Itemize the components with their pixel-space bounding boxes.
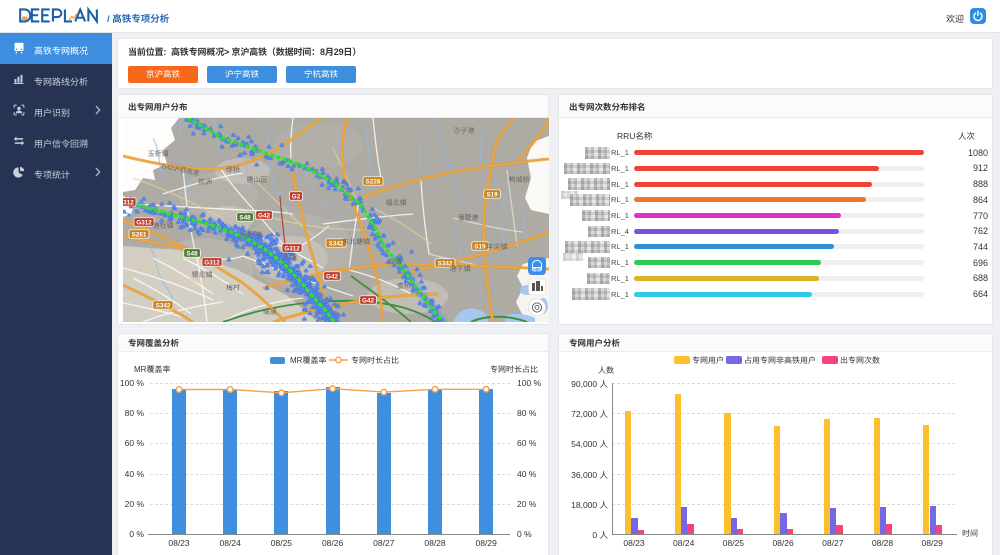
svg-text:刘潭: 刘潭 [283,252,297,262]
svg-text:运埠港: 运埠港 [241,230,262,240]
svg-text:羊尖镇: 羊尖镇 [487,242,508,252]
svg-text:安镇: 安镇 [388,257,402,267]
svg-text:G312: G312 [136,219,152,226]
svg-text:G312: G312 [204,259,220,266]
svg-text:玉祈镇: 玉祈镇 [148,149,169,159]
svg-text:南泉: 南泉 [263,307,277,317]
svg-text:S48: S48 [186,250,198,257]
svg-text:缪桥: 缪桥 [226,165,240,175]
svg-text:查桥: 查桥 [397,281,411,291]
svg-text:港下镇: 港下镇 [450,264,471,274]
svg-text:锡北镇: 锡北镇 [192,270,213,280]
svg-text:G2: G2 [292,193,301,200]
svg-text:唐山区: 唐山区 [247,175,268,185]
svg-text:梅村: 梅村 [226,283,240,293]
svg-text:G312: G312 [123,199,134,206]
svg-text:东北塘镇: 东北塘镇 [342,237,370,247]
svg-text:G42: G42 [258,212,270,219]
svg-text:鸭城桥: 鸭城桥 [509,175,530,185]
svg-text:沙子港: 沙子港 [454,126,475,136]
svg-text:港杜镇: 港杜镇 [153,221,174,231]
svg-text:福北镇: 福北镇 [386,198,407,208]
svg-text:S19: S19 [486,191,498,198]
svg-text:潘墅港: 潘墅港 [458,213,479,223]
svg-text:S48: S48 [239,214,251,221]
svg-text:S261: S261 [132,231,147,238]
svg-text:G42: G42 [362,297,374,304]
svg-text:S228: S228 [366,178,381,185]
svg-text:S342: S342 [156,302,171,309]
svg-text:S19: S19 [474,243,486,250]
svg-text:前洲: 前洲 [198,177,212,187]
svg-text:G42: G42 [326,273,338,280]
